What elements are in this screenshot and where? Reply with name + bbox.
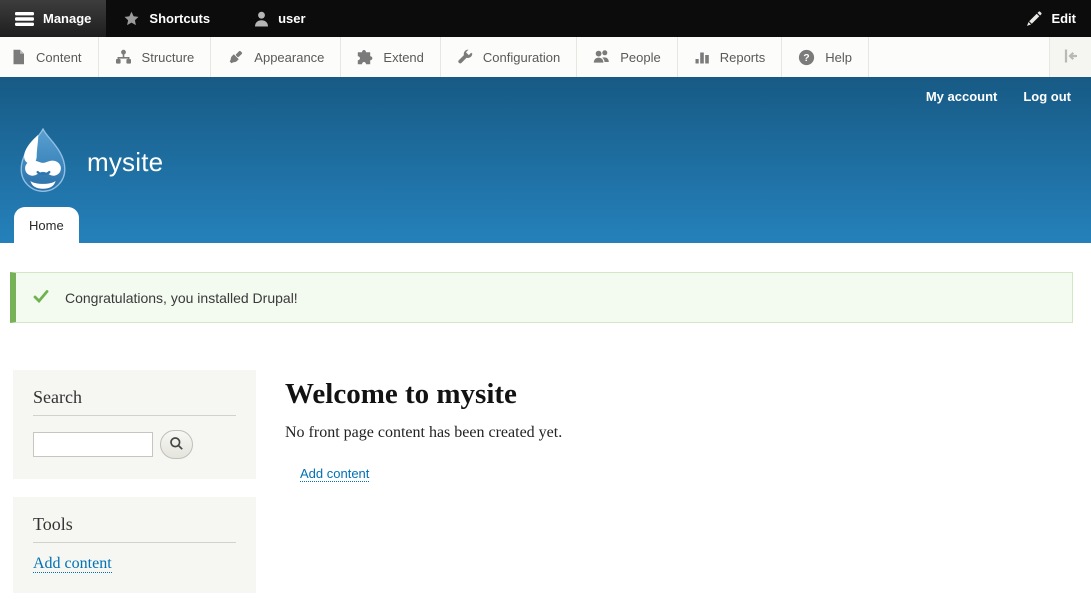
site-header: My account Log out xyxy=(0,77,1091,243)
puzzle-icon xyxy=(357,49,373,65)
magnifier-icon xyxy=(169,436,184,454)
tray-item-reports[interactable]: Reports xyxy=(678,37,783,77)
tray-item-label: Appearance xyxy=(254,50,324,65)
edit-label: Edit xyxy=(1051,11,1076,26)
empty-frontpage-message: No front page content has been created y… xyxy=(285,424,562,442)
people-icon xyxy=(593,49,610,65)
collapse-tray-button[interactable] xyxy=(1050,37,1091,77)
tray-item-people[interactable]: People xyxy=(577,37,677,77)
tab-home[interactable]: Home xyxy=(14,207,79,243)
paintbrush-icon xyxy=(227,49,244,66)
drupal-logo[interactable] xyxy=(12,127,74,198)
search-submit-button[interactable] xyxy=(160,430,193,459)
logout-link[interactable]: Log out xyxy=(1023,89,1071,104)
tools-block-title: Tools xyxy=(33,514,236,543)
toolbar-tab-user[interactable]: user xyxy=(239,0,320,37)
main-content: Welcome to mysite No front page content … xyxy=(285,370,562,611)
svg-text:?: ? xyxy=(804,52,810,64)
secondary-menu: My account Log out xyxy=(926,89,1071,104)
bar-chart-icon xyxy=(694,49,710,65)
shortcuts-label: Shortcuts xyxy=(149,11,210,26)
manage-label: Manage xyxy=(43,11,91,26)
tray-item-label: Help xyxy=(825,50,852,65)
list-item: Add content xyxy=(300,465,562,483)
search-block: Search xyxy=(13,370,256,479)
wrench-icon xyxy=(457,49,473,65)
tray-item-label: Reports xyxy=(720,50,766,65)
layout: Search Tools Add content xyxy=(0,370,1091,611)
tray-item-help[interactable]: ? Help xyxy=(782,37,869,77)
site-branding: mysite xyxy=(12,127,163,198)
add-content-link-sidebar[interactable]: Add content xyxy=(33,555,112,573)
status-message: Congratulations, you installed Drupal! xyxy=(10,272,1073,323)
site-name-link[interactable]: mysite xyxy=(87,147,163,178)
tray-item-appearance[interactable]: Appearance xyxy=(211,37,341,77)
search-block-title: Search xyxy=(33,387,236,416)
my-account-link[interactable]: My account xyxy=(926,89,998,104)
collapse-left-icon xyxy=(1062,48,1079,67)
tray-item-content[interactable]: Content xyxy=(0,37,99,77)
tools-block: Tools Add content xyxy=(13,497,256,593)
admin-toolbar-bar: Manage Shortcuts user Edit xyxy=(0,0,1091,37)
tray-item-label: Configuration xyxy=(483,50,560,65)
checkmark-icon xyxy=(33,290,49,306)
pencil-icon xyxy=(1026,11,1042,27)
main-region: Congratulations, you installed Drupal! S… xyxy=(0,272,1091,611)
user-icon xyxy=(254,11,269,27)
tray-item-label: Extend xyxy=(383,50,423,65)
tray-item-structure[interactable]: Structure xyxy=(99,37,212,77)
status-message-text: Congratulations, you installed Drupal! xyxy=(65,290,298,306)
tray-item-label: People xyxy=(620,50,660,65)
user-label: user xyxy=(278,11,305,26)
sidebar-first: Search Tools Add content xyxy=(13,370,256,611)
node-links: Add content xyxy=(285,465,562,483)
search-form xyxy=(33,430,236,459)
hamburger-icon xyxy=(15,12,34,26)
add-content-link-main[interactable]: Add content xyxy=(300,466,369,482)
file-icon xyxy=(11,49,26,65)
edit-button[interactable]: Edit xyxy=(1011,0,1091,37)
sitemap-icon xyxy=(115,49,132,65)
question-icon: ? xyxy=(798,49,815,66)
page-title: Welcome to mysite xyxy=(285,378,562,411)
toolbar-tray: Content Structure Appearance Extend Conf… xyxy=(0,37,1091,77)
toolbar-tab-manage[interactable]: Manage xyxy=(0,0,106,37)
primary-tabs: Home xyxy=(14,207,79,243)
tray-item-extend[interactable]: Extend xyxy=(341,37,440,77)
star-icon xyxy=(123,11,140,27)
search-input[interactable] xyxy=(33,432,153,457)
tray-spacer xyxy=(869,37,1050,77)
toolbar-tab-shortcuts[interactable]: Shortcuts xyxy=(108,0,225,37)
page: Manage Shortcuts user Edit Content xyxy=(0,0,1091,615)
tray-item-configuration[interactable]: Configuration xyxy=(441,37,577,77)
tray-item-label: Content xyxy=(36,50,82,65)
tray-item-label: Structure xyxy=(142,50,195,65)
